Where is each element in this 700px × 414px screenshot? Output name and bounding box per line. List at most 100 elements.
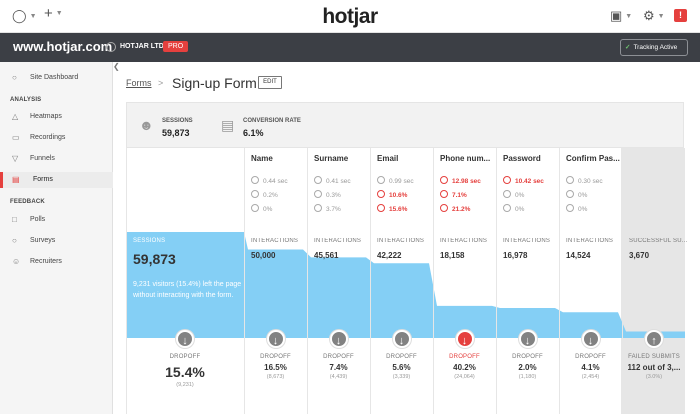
check-icon: ✓: [625, 44, 631, 51]
refill-metric: 0.2%: [251, 190, 278, 199]
dropoff-percent: 15.4%: [165, 364, 205, 380]
dropoff-label: DROPOFF: [386, 354, 417, 360]
field-name: Phone num...: [440, 154, 491, 163]
failed-submits-arrow-icon[interactable]: ↑: [645, 330, 663, 348]
dropoff-arrow-icon[interactable]: ↓: [518, 330, 537, 348]
dropoff-label: DROPOFF: [512, 354, 543, 360]
field-name: Email: [377, 154, 399, 163]
sidebar-item-site-dashboard[interactable]: ○ Site Dashboard: [0, 70, 113, 86]
time-metric: 0.44 sec: [251, 176, 288, 185]
sidebar-item-surveys[interactable]: ○ Surveys: [0, 233, 113, 249]
breadcrumb-forms-link[interactable]: Forms: [126, 78, 152, 88]
sidebar-item-funnels[interactable]: ▽ Funnels: [0, 151, 113, 167]
chevron-down-icon: ▼: [625, 12, 633, 20]
question-icon: [314, 204, 322, 212]
dropoff-label: DROPOFF: [169, 354, 201, 360]
clock-icon: [440, 176, 448, 184]
dropoff-count: (2,454): [581, 374, 600, 380]
interactions-label: INTERACTIONS: [251, 238, 299, 244]
screen-icon[interactable]: ▣ ▼: [610, 8, 632, 25]
plan-badge: PRO: [163, 41, 189, 52]
form-funnel: SESSIONS 59,873 9,231 visitors (15.4%) l…: [126, 148, 687, 414]
sessions-label: SESSIONS: [162, 118, 193, 124]
video-icon: ▭: [12, 133, 20, 142]
dropoff-count: (24,064): [454, 374, 475, 380]
dropoff-arrow-icon[interactable]: ↓: [329, 330, 348, 348]
dropoff-percent: 2.0%: [518, 363, 537, 372]
sidebar: ○ Site Dashboard ANALYSIS △ Heatmaps ▭ Reco…: [0, 62, 113, 414]
sessions-value: 59,873: [162, 128, 190, 138]
dropoff-label: DROPOFF: [449, 354, 480, 360]
blank-metric: 15.6%: [377, 204, 407, 213]
dropoff-arrow-icon[interactable]: ↓: [266, 330, 285, 348]
hotjar-logo[interactable]: hotjar: [0, 5, 700, 29]
blank-metric: 0%: [251, 204, 272, 213]
sidebar-item-polls[interactable]: □ Polls: [0, 212, 113, 228]
blank-metric: 0%: [566, 204, 587, 213]
site-name[interactable]: www.hotjar.com: [13, 39, 112, 54]
field-name: Password: [503, 154, 541, 163]
conversion-rate-value: 6.1%: [243, 128, 264, 138]
interactions-value: 14,524: [566, 251, 591, 260]
interactions-label: INTERACTIONS: [503, 238, 551, 244]
site-bar: www.hotjar.com HOTJAR LTD PRO ✓ Tracking …: [0, 33, 700, 62]
dashboard-icon: ○: [12, 73, 17, 82]
top-bar: ◯ ▼ + ▼ hotjar ▣ ▼ ⚙ ▼ !: [0, 0, 700, 33]
dropoff-arrow-icon[interactable]: ↓: [581, 330, 600, 348]
interactions-label: INTERACTIONS: [440, 238, 488, 244]
users-icon: ☻: [139, 117, 154, 133]
dropoff-percent: 4.1%: [581, 363, 600, 372]
flame-icon: △: [12, 112, 19, 121]
question-icon: [440, 204, 448, 212]
form-icon: ▤: [12, 175, 20, 184]
sidebar-item-recordings[interactable]: ▭ Recordings: [0, 130, 113, 146]
refresh-icon: [566, 190, 574, 198]
dropoff-arrow-icon[interactable]: ↓: [455, 330, 474, 348]
refresh-icon: [377, 190, 385, 198]
notification-icon[interactable]: !: [674, 9, 687, 22]
refill-metric: 7.1%: [440, 190, 467, 199]
sessions-column-label: SESSIONS: [133, 238, 166, 244]
successful-submits-value: 3,670: [629, 251, 650, 260]
sidebar-item-recruiters[interactable]: ☺ Recruiters: [0, 254, 113, 270]
successful-submits-label: SUCCESSFUL SU...: [629, 238, 687, 244]
dropoff-count: (8,673): [266, 374, 285, 380]
sidebar-item-forms[interactable]: ▤ Forms: [0, 172, 113, 188]
question-icon: [566, 204, 574, 212]
interactions-label: INTERACTIONS: [566, 238, 614, 244]
organization-icon: [106, 42, 116, 52]
time-metric: 12.98 sec: [440, 176, 481, 185]
field-name: Name: [251, 154, 273, 163]
sidebar-collapse-icon[interactable]: ❮: [113, 62, 120, 71]
tracking-status-button[interactable]: ✓ Tracking Active: [620, 39, 688, 56]
summary-panel: ☻ SESSIONS 59,873 ▤ CONVERSION RATE 6.1%: [126, 102, 684, 148]
dropoff-count: (1,180): [518, 374, 537, 380]
time-metric: 0.99 sec: [377, 176, 414, 185]
gear-icon[interactable]: ⚙ ▼: [643, 8, 665, 25]
interactions-value: 18,158: [440, 251, 465, 260]
edit-button[interactable]: EDIT: [258, 76, 282, 89]
time-metric: 0.30 sec: [566, 176, 603, 185]
time-metric: 10.42 sec: [503, 176, 544, 185]
chevron-down-icon: ▼: [657, 12, 665, 20]
breadcrumb-separator: >: [158, 78, 164, 88]
failed-submits-label: FAILED SUBMITS: [628, 354, 680, 360]
survey-icon: ○: [12, 236, 17, 245]
clock-icon: [314, 176, 322, 184]
interactions-label: INTERACTIONS: [314, 238, 362, 244]
dropoff-arrow-icon[interactable]: ↓: [392, 330, 411, 348]
refill-metric: 0.3%: [314, 190, 341, 199]
organization-name[interactable]: HOTJAR LTD: [120, 43, 164, 50]
sidebar-section-feedback: FEEDBACK: [10, 199, 45, 205]
dropoff-label: DROPOFF: [575, 354, 606, 360]
clock-icon: [503, 176, 511, 184]
sidebar-item-heatmaps[interactable]: △ Heatmaps: [0, 109, 113, 125]
dropoff-percent: 40.2%: [453, 363, 476, 372]
field-name: Confirm Pas...: [566, 154, 620, 163]
sidebar-section-analysis: ANALYSIS: [10, 97, 42, 103]
chart-icon: ▤: [221, 117, 235, 133]
question-icon: [503, 204, 511, 212]
conversion-rate-label: CONVERSION RATE: [243, 118, 301, 124]
dropoff-arrow-icon[interactable]: ↓: [176, 330, 194, 348]
page-title: Sign-up Form: [172, 75, 257, 91]
